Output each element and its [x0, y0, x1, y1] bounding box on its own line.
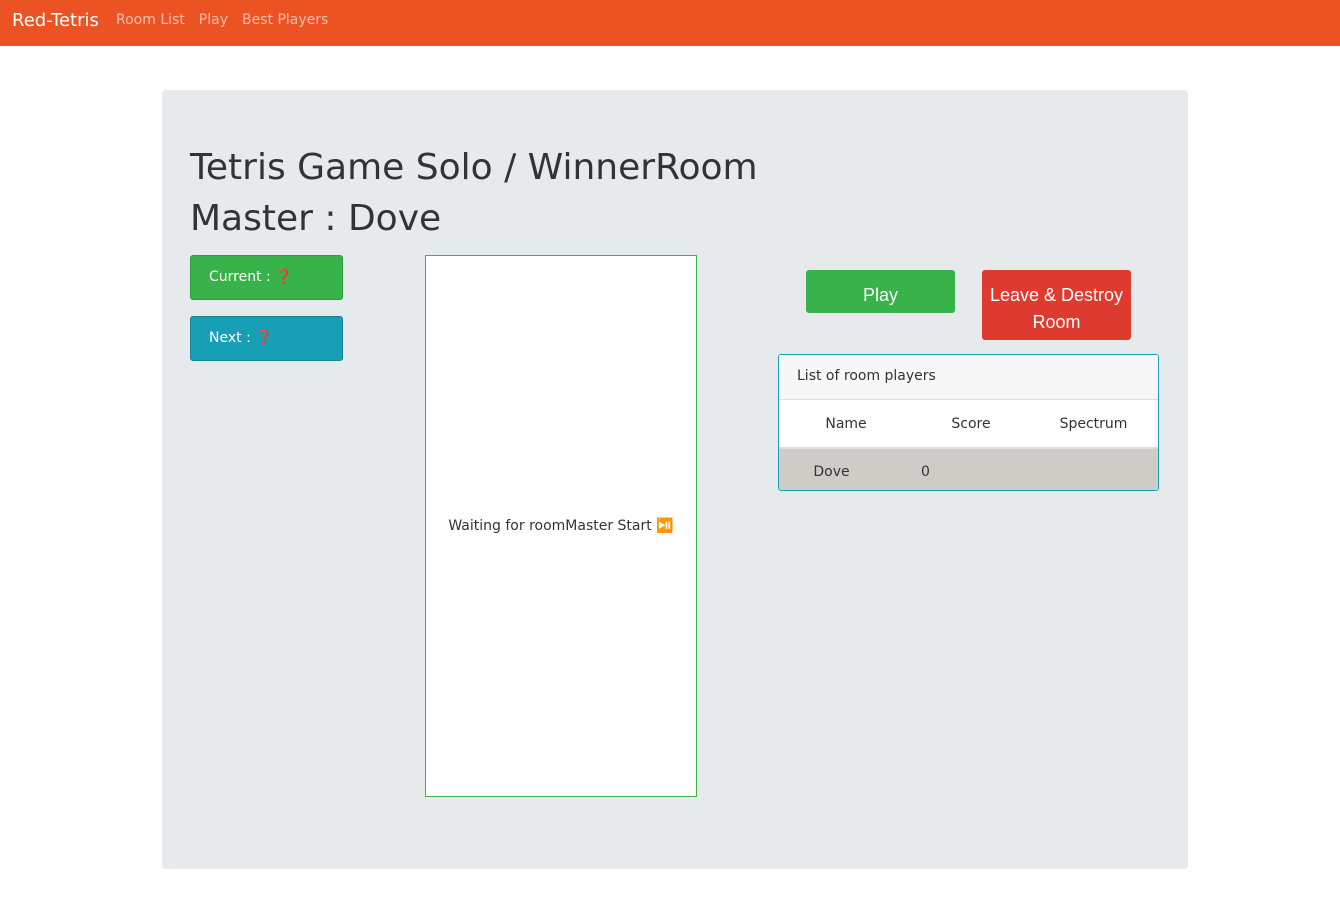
page-title: Tetris Game Solo / WinnerRoom Master : D…	[190, 147, 758, 239]
next-piece-button[interactable]: Next : ❓	[190, 316, 343, 361]
board-waiting-message: Waiting for roomMaster Start ⏯️	[448, 518, 674, 534]
brand-link[interactable]: Red-Tetris	[12, 10, 99, 31]
players-table: Name Score Spectrum Dove 0	[779, 400, 1158, 490]
column-header-spectrum: Spectrum	[1029, 400, 1158, 449]
current-piece-button[interactable]: Current : ❓	[190, 255, 343, 300]
player-name-cell: Dove	[779, 448, 913, 490]
nav-link-play[interactable]: Play	[199, 12, 228, 28]
room-players-header: List of room players	[779, 355, 1158, 400]
column-header-score: Score	[913, 400, 1029, 449]
table-row: Dove 0	[779, 448, 1158, 490]
navbar: Red-Tetris Room List Play Best Players	[0, 0, 1340, 46]
nav-link-best-players[interactable]: Best Players	[242, 12, 328, 28]
nav-links: Room List Play Best Players	[116, 12, 328, 28]
game-panel: Tetris Game Solo / WinnerRoom Master : D…	[162, 90, 1188, 869]
player-spectrum-cell	[1029, 448, 1158, 490]
play-button[interactable]: Play	[806, 270, 955, 313]
table-header-row: Name Score Spectrum	[779, 400, 1158, 449]
column-header-name: Name	[779, 400, 913, 449]
game-board[interactable]: Waiting for roomMaster Start ⏯️	[425, 255, 697, 797]
player-score-cell: 0	[913, 448, 1029, 490]
room-players-card: List of room players Name Score Spectrum…	[778, 354, 1159, 491]
leave-destroy-room-button[interactable]: Leave & Destroy Room	[982, 270, 1131, 340]
nav-link-room-list[interactable]: Room List	[116, 12, 185, 28]
